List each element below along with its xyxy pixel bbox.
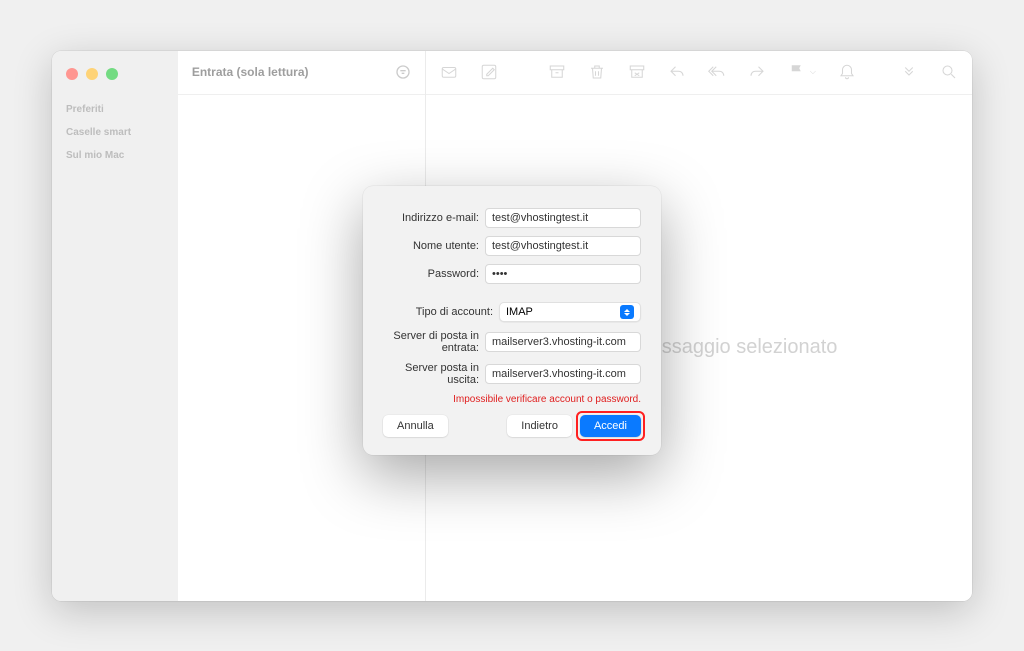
incoming-server-field[interactable] [485,332,641,352]
account-type-select[interactable]: IMAP [499,302,641,322]
outgoing-server-label: Server posta in uscita: [383,362,479,386]
username-label: Nome utente: [383,240,479,252]
back-button[interactable]: Indietro [507,415,572,437]
account-type-label: Tipo di account: [383,306,493,318]
incoming-server-label: Server di posta in entrata: [383,330,479,354]
password-field[interactable] [485,264,641,284]
email-label: Indirizzo e-mail: [383,212,479,224]
account-setup-dialog: Indirizzo e-mail: Nome utente: Password:… [363,186,661,455]
email-field[interactable] [485,208,641,228]
select-arrows-icon [620,305,634,319]
cancel-button[interactable]: Annulla [383,415,448,437]
login-button[interactable]: Accedi [580,415,641,437]
outgoing-server-field[interactable] [485,364,641,384]
mail-window: Preferiti Caselle smart Sul mio Mac Entr… [52,51,972,601]
dialog-backdrop: Indirizzo e-mail: Nome utente: Password:… [52,51,972,601]
username-field[interactable] [485,236,641,256]
account-type-value: IMAP [506,306,533,318]
dialog-button-row: Annulla Indietro Accedi [383,415,641,437]
password-label: Password: [383,268,479,280]
error-message: Impossibile verificare account o passwor… [383,394,641,405]
